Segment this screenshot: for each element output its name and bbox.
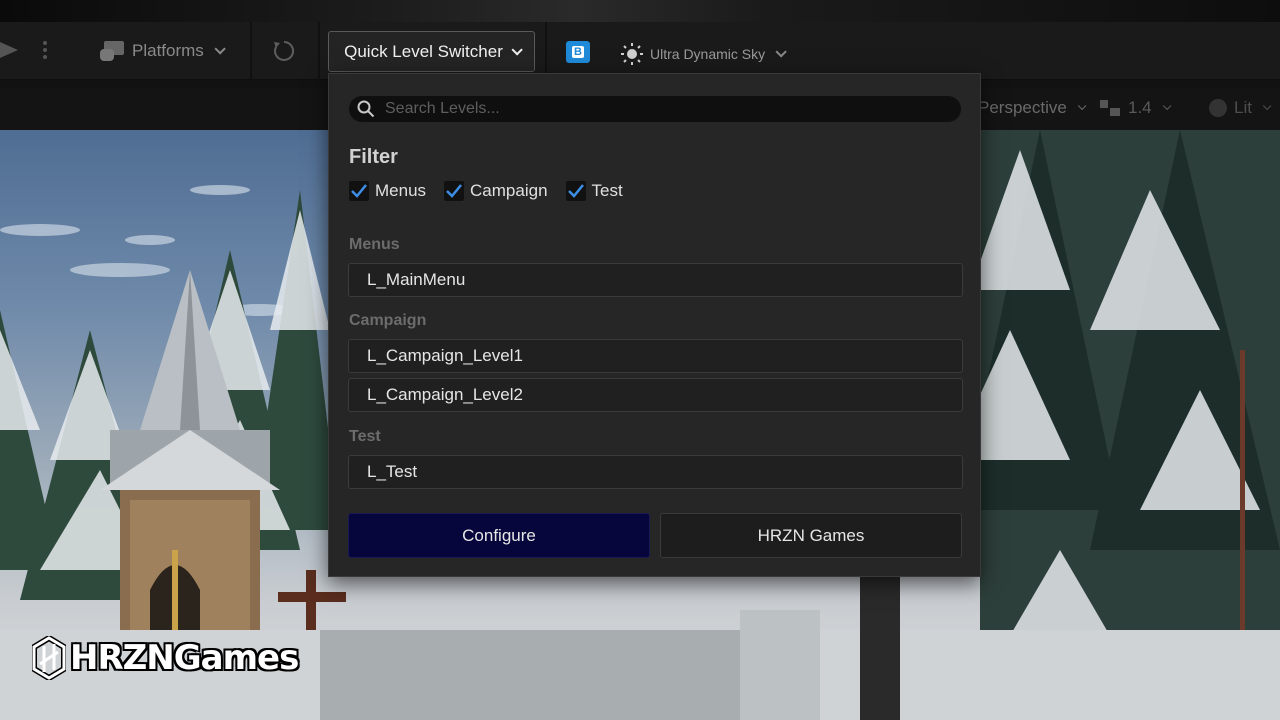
level-item[interactable]: L_Campaign_Level2	[348, 378, 963, 412]
chevron-down-icon	[214, 43, 226, 55]
view-mode-label: Lit	[1234, 98, 1252, 117]
section-title-menus: Menus	[349, 236, 400, 253]
perspective-label: Perspective	[978, 98, 1067, 117]
play-button[interactable]	[0, 40, 20, 60]
platforms-button[interactable]: Platforms	[100, 40, 226, 62]
main-toolbar: Platforms Ultra Dynamic Sky	[0, 22, 1280, 80]
logo-text: HRZNGames	[70, 638, 299, 678]
chevron-down-icon	[1162, 101, 1172, 111]
camera-speed-dropdown[interactable]: 1.4	[1100, 98, 1172, 118]
hrzn-logo-icon	[32, 636, 66, 680]
level-item[interactable]: L_Campaign_Level1	[348, 339, 963, 373]
checkmark-icon	[444, 181, 465, 201]
filter-menus-checkbox[interactable]: Menus	[349, 181, 426, 201]
section-title-campaign: Campaign	[349, 312, 427, 329]
blueprint-icon: B	[572, 46, 584, 58]
more-options-button[interactable]	[42, 40, 48, 60]
toolbar-divider	[250, 22, 252, 80]
blueprint-button[interactable]: B	[566, 41, 590, 63]
filter-campaign-checkbox[interactable]: Campaign	[444, 181, 548, 201]
level-item[interactable]: L_Test	[348, 455, 963, 489]
filter-menus-label: Menus	[375, 181, 427, 200]
chevron-down-icon	[1262, 101, 1272, 111]
configure-button[interactable]: Configure	[348, 513, 650, 558]
view-mode-dropdown[interactable]: Lit	[1208, 98, 1272, 118]
sky-label: Ultra Dynamic Sky	[650, 46, 766, 62]
sky-dropdown[interactable]: Ultra Dynamic Sky	[620, 42, 787, 66]
platforms-icon	[100, 41, 124, 61]
filter-campaign-label: Campaign	[470, 181, 548, 200]
filter-test-checkbox[interactable]: Test	[565, 181, 623, 201]
filter-checkboxes: Menus Campaign Test	[349, 181, 623, 201]
filter-title: Filter	[349, 146, 398, 168]
chevron-down-icon	[511, 43, 523, 56]
title-bar	[0, 0, 1280, 22]
sun-icon	[621, 43, 643, 65]
perspective-dropdown[interactable]: Perspective	[978, 98, 1087, 118]
level-item[interactable]: L_MainMenu	[348, 263, 963, 297]
reload-button[interactable]	[272, 39, 296, 63]
hrzn-games-logo: HRZNGames	[32, 636, 299, 680]
camera-speed-value: 1.4	[1128, 98, 1152, 117]
section-title-test: Test	[349, 428, 381, 445]
toolbar-divider	[545, 22, 547, 80]
checkmark-icon	[349, 181, 369, 201]
search-levels-input[interactable]	[385, 100, 945, 118]
reload-icon	[274, 40, 295, 61]
camera-speed-icon	[1100, 100, 1120, 116]
search-icon	[357, 100, 375, 118]
lit-icon	[1209, 99, 1227, 117]
more-icon	[43, 41, 47, 59]
quick-level-switcher-button[interactable]: Quick Level Switcher	[328, 31, 535, 72]
checkmark-icon	[565, 181, 586, 201]
quick-level-switcher-popup: Filter Menus Campaign Test Menus L_MainM…	[328, 73, 981, 577]
search-bar	[349, 96, 961, 122]
play-icon	[0, 42, 18, 58]
chevron-down-icon	[775, 46, 787, 58]
hrzn-games-button[interactable]: HRZN Games	[660, 513, 962, 558]
toolbar-divider	[318, 22, 320, 80]
chevron-down-icon	[1077, 101, 1087, 111]
platforms-label: Platforms	[132, 41, 204, 60]
filter-test-label: Test	[591, 181, 623, 200]
quick-level-switcher-label: Quick Level Switcher	[344, 41, 503, 61]
